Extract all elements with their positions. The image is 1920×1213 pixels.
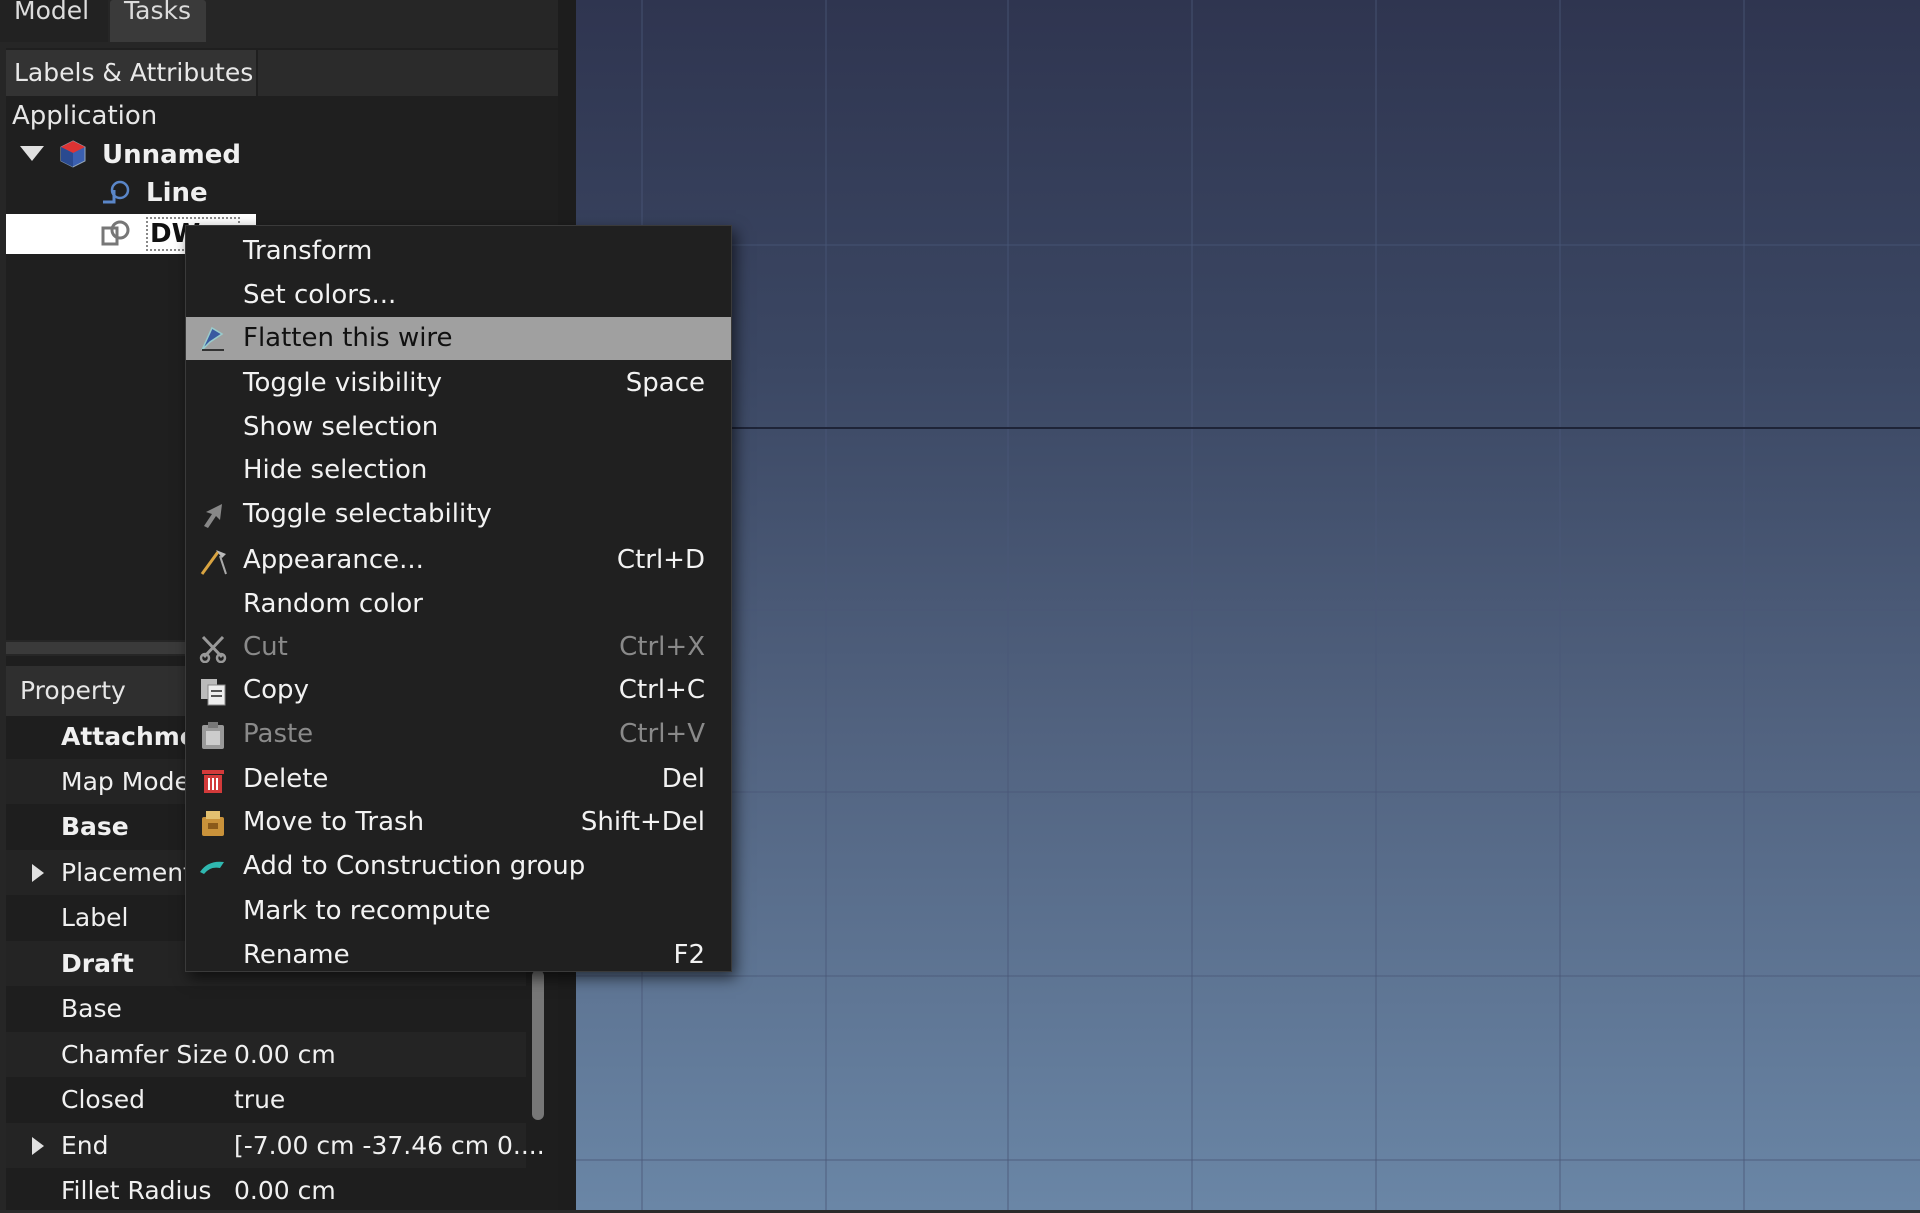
menu-item-label: Cut [243, 632, 288, 662]
property-name: Base [61, 994, 122, 1023]
property-value[interactable]: [-7.00 cm -37.46 cm 0.... [234, 1123, 545, 1168]
menu-item-label: Toggle visibility [243, 368, 442, 398]
menu-item-label: Toggle selectability [243, 499, 492, 529]
menu-item-shortcut: Del [661, 764, 705, 794]
property-name: Draft [61, 949, 134, 978]
selectability-arrow-icon [204, 504, 222, 528]
property-name: Label [61, 903, 129, 932]
menu-item-paste[interactable]: Paste Ctrl+V [186, 713, 731, 756]
menu-item-shortcut: F2 [673, 940, 706, 970]
menu-item-transform[interactable]: Transform [186, 230, 731, 273]
tree-document-unnamed[interactable]: Unnamed [102, 136, 241, 174]
trash-icon [202, 811, 224, 836]
menu-item-shortcut: Ctrl+X [619, 632, 705, 662]
menu-item-label: Hide selection [243, 455, 428, 485]
menu-item-toggle-selectability[interactable]: Toggle selectability [186, 493, 731, 536]
copy-icon [201, 679, 226, 706]
menu-item-hide-selection[interactable]: Hide selection [186, 449, 731, 492]
menu-item-label: Appearance... [243, 545, 424, 575]
menu-item-appearance[interactable]: Appearance... Ctrl+D [186, 539, 731, 582]
menu-item-cut[interactable]: Cut Ctrl+X [186, 626, 731, 669]
property-value[interactable]: true [234, 1077, 285, 1122]
menu-item-shortcut: Shift+Del [580, 807, 705, 837]
labels-attributes-header[interactable]: Labels & Attributes [6, 50, 256, 96]
menu-item-shortcut: Ctrl+C [618, 675, 705, 705]
menu-item-label: Random color [243, 589, 423, 619]
tree-header-filler [258, 50, 558, 96]
menu-item-random-color[interactable]: Random color [186, 583, 731, 626]
menu-item-label: Transform [243, 236, 373, 266]
wire-object-icon [103, 180, 130, 204]
expand-arrow-icon[interactable] [32, 1137, 44, 1155]
menu-item-label: Move to Trash [243, 807, 425, 837]
paste-icon [202, 722, 224, 749]
property-name: Map Mode [61, 767, 190, 796]
property-name: Placement [61, 858, 193, 887]
flatten-wire-icon [201, 326, 224, 351]
property-value[interactable]: 0.00 cm [234, 1032, 336, 1077]
scissors-icon [199, 635, 227, 663]
menu-item-mark-recompute[interactable]: Mark to recompute [186, 890, 731, 933]
menu-item-shortcut: Ctrl+V [619, 719, 705, 749]
property-name: Closed [61, 1085, 145, 1114]
property-row[interactable]: End [-7.00 cm -37.46 cm 0.... [6, 1123, 545, 1168]
menu-item-flatten-wire[interactable]: Flatten this wire [186, 317, 731, 360]
context-menu: Transform Set colors... Flatten this wir… [185, 225, 732, 972]
menu-item-copy[interactable]: Copy Ctrl+C [186, 669, 731, 712]
menu-item-label: Flatten this wire [243, 323, 453, 353]
tree-item-line[interactable]: Line [146, 174, 208, 212]
menu-item-toggle-visibility[interactable]: Toggle visibility Space [186, 362, 731, 405]
menu-item-label: Delete [243, 764, 329, 794]
tab-model[interactable]: Model [0, 0, 108, 42]
property-row[interactable]: Base [6, 986, 526, 1031]
menu-item-show-selection[interactable]: Show selection [186, 406, 731, 449]
document-icon [60, 140, 86, 168]
appearance-brush-icon [200, 550, 227, 575]
menu-item-label: Set colors... [243, 280, 397, 310]
expand-arrow-icon[interactable] [32, 864, 44, 882]
property-name: Chamfer Size [61, 1040, 228, 1069]
menu-item-shortcut: Space [625, 368, 705, 398]
construction-icon [200, 861, 224, 874]
tab-tasks[interactable]: Tasks [110, 0, 206, 42]
property-row[interactable]: Chamfer Size 0.00 cm [6, 1032, 526, 1077]
property-scrollbar[interactable] [532, 970, 544, 1120]
property-row[interactable]: Closed true [6, 1077, 526, 1122]
menu-item-set-colors[interactable]: Set colors... [186, 274, 731, 317]
menu-item-label: Paste [243, 719, 314, 749]
property-name: Base [61, 812, 129, 841]
menu-item-label: Mark to recompute [243, 896, 491, 926]
property-name: End [61, 1131, 109, 1160]
dwire-object-icon [101, 220, 130, 246]
menu-item-label: Copy [243, 675, 309, 705]
menu-item-rename[interactable]: Rename F2 [186, 934, 731, 977]
menu-item-delete[interactable]: Delete Del [186, 758, 731, 801]
property-value[interactable]: 0.00 cm [234, 1168, 336, 1213]
menu-item-move-to-trash[interactable]: Move to Trash Shift+Del [186, 801, 731, 844]
delete-icon [202, 770, 224, 793]
property-name: Fillet Radius [61, 1176, 212, 1205]
menu-item-label: Add to Construction group [243, 851, 586, 881]
expand-arrow-icon[interactable] [20, 146, 44, 161]
menu-item-shortcut: Ctrl+D [616, 545, 705, 575]
viewport-grid [576, 0, 1920, 1210]
menu-item-add-construction-group[interactable]: Add to Construction group [186, 845, 731, 888]
property-row[interactable]: Fillet Radius 0.00 cm [6, 1168, 526, 1213]
menu-item-label: Rename [243, 940, 350, 970]
tree-application[interactable]: Application [12, 97, 157, 135]
menu-item-label: Show selection [243, 412, 439, 442]
